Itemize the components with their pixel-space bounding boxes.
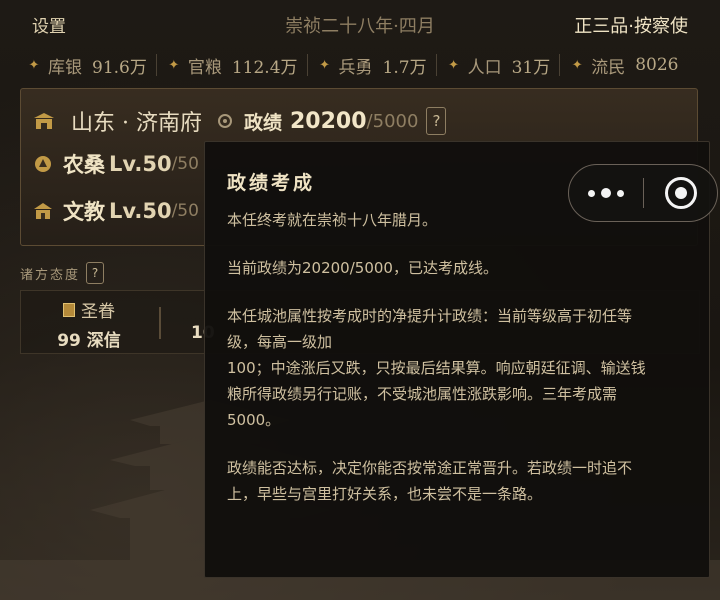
more-dots-icon[interactable] xyxy=(569,165,643,221)
merit-label: 政绩 xyxy=(243,111,282,134)
agriculture-icon xyxy=(35,156,51,172)
resource-divider xyxy=(435,54,437,76)
close-target-icon[interactable] xyxy=(665,177,697,209)
resource-refugees: ✦ 流民 8026 xyxy=(569,53,679,78)
imperial-scroll-icon xyxy=(63,302,75,317)
resource-bar: ✦ 库银 91.6万 ✦ 官粮 112.4万 ✦ 兵勇 1.7万 ✦ 人口 31… xyxy=(0,48,720,82)
attribute-education[interactable]: 文教 Lv.50 /50 xyxy=(33,196,199,226)
tooltip-paragraph: 当前政绩为20200/5000，已达考成线。 xyxy=(227,259,498,277)
merit-icon xyxy=(217,114,232,128)
silver-icon: ✦ xyxy=(28,57,40,73)
faction-help-button[interactable]: ? xyxy=(86,262,105,284)
resource-divider xyxy=(306,54,308,76)
tooltip-paragraph: 本任城池属性按考成时的净提升计政绩：当前等级高于初任等级，每高一级加 xyxy=(227,307,633,351)
resource-divider xyxy=(559,54,561,76)
population-icon: ✦ xyxy=(448,57,460,73)
capsule-divider xyxy=(643,178,644,208)
resource-grain: ✦ 官粮 112.4万 xyxy=(166,53,297,78)
education-icon xyxy=(34,203,52,219)
resource-silver: ✦ 库银 91.6万 xyxy=(26,53,147,78)
merit-target: /5000 xyxy=(366,110,419,132)
tooltip-paragraph: 100；中途涨后又跌，只按最后结果算。响应朝廷征调、输送钱粮所得政绩另行记账，不… xyxy=(227,359,646,429)
city-name: 山东 · 济南府 xyxy=(71,111,202,136)
official-rank: 正三品·按察使 xyxy=(574,16,688,37)
resource-soldiers: ✦ 兵勇 1.7万 xyxy=(317,53,427,78)
merit-help-button[interactable]: ? xyxy=(426,107,447,135)
tooltip-paragraph: 政绩能否达标，决定你能否按常途正常晋升。若政绩一时追不上，早些与宫里打好关系，也… xyxy=(227,459,633,503)
resource-population: ✦ 人口 31万 xyxy=(446,53,550,78)
top-bar: 设置 崇祯二十八年·四月 正三品·按察使 xyxy=(0,0,720,44)
soldier-icon: ✦ xyxy=(319,57,330,73)
refugee-icon: ✦ xyxy=(571,57,583,73)
city-header: 山东 · 济南府 政绩 20200 /5000 ? xyxy=(33,105,447,137)
faction-section-title: 诸方态度 ? xyxy=(20,262,105,284)
faction-imperial-favor[interactable]: 圣眷 99 深信 xyxy=(29,297,149,351)
resource-divider xyxy=(155,54,157,76)
merit-value: 20200 xyxy=(290,108,367,134)
mini-program-capsule xyxy=(568,164,718,222)
attribute-agriculture[interactable]: 农桑 Lv.50 /50 xyxy=(33,149,199,179)
city-gate-icon xyxy=(34,113,54,129)
grain-icon: ✦ xyxy=(168,57,180,73)
faction-divider xyxy=(159,307,161,339)
